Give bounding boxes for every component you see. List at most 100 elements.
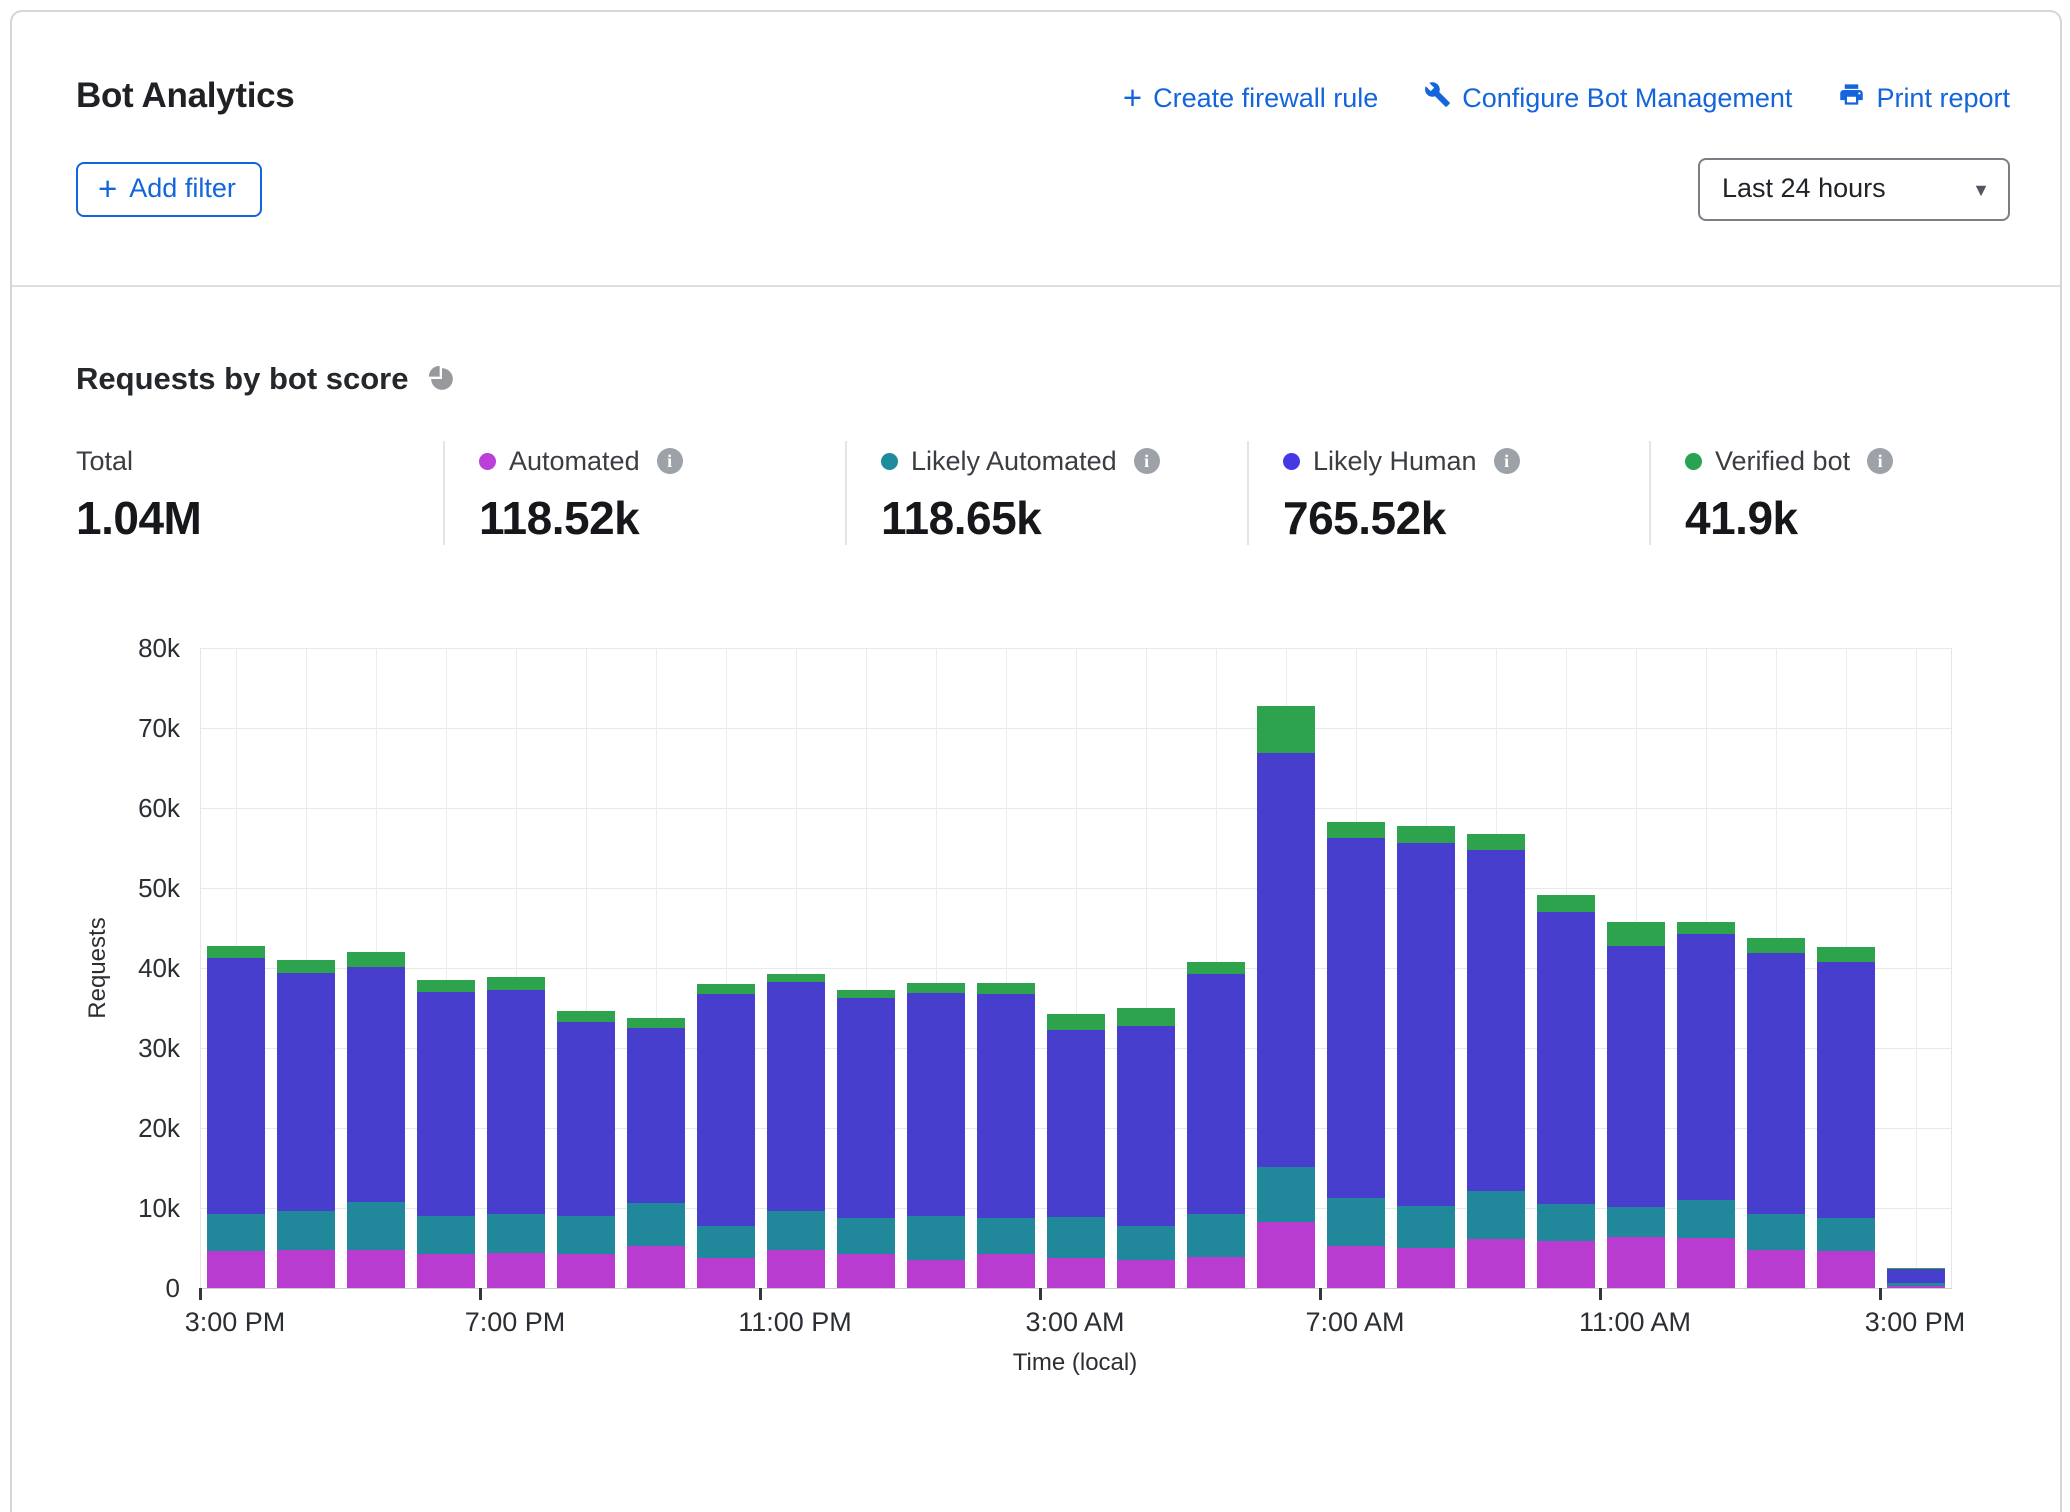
bar-segment-verified-bot xyxy=(1677,922,1735,934)
stat-likely-human: Likely Human i 765.52k xyxy=(1247,441,1649,545)
stacked-bar-1100am[interactable] xyxy=(1607,922,1665,1288)
bar-segment-likely-automated xyxy=(1467,1191,1525,1239)
stacked-bar-300pm[interactable] xyxy=(207,946,265,1288)
info-icon[interactable]: i xyxy=(657,448,683,474)
stacked-bar-1000am[interactable] xyxy=(1537,895,1595,1288)
plot-area xyxy=(200,648,1952,1289)
stat-likely-automated-label: Likely Automated xyxy=(911,446,1117,477)
bar-segment-likely-human xyxy=(207,958,265,1215)
likely-human-dot xyxy=(1283,453,1300,470)
stat-total-value: 1.04M xyxy=(76,491,443,545)
stat-automated-label: Automated xyxy=(509,446,640,477)
stacked-bar-700am[interactable] xyxy=(1327,822,1385,1288)
info-icon[interactable]: i xyxy=(1867,448,1893,474)
x-tick-label: 3:00 AM xyxy=(1025,1307,1124,1338)
bar-segment-likely-automated xyxy=(1607,1207,1665,1237)
stacked-bar-900am[interactable] xyxy=(1467,834,1525,1288)
bar-segment-verified-bot xyxy=(347,952,405,967)
bar-segment-verified-bot xyxy=(907,983,965,993)
bar-segment-likely-automated xyxy=(277,1211,335,1249)
x-tick-label: 7:00 PM xyxy=(465,1307,566,1338)
bar-slot xyxy=(1531,648,1601,1288)
y-tick-label: 80k xyxy=(138,633,180,664)
bar-slot xyxy=(481,648,551,1288)
bar-segment-automated xyxy=(1467,1239,1525,1288)
stat-likely-automated: Likely Automated i 118.65k xyxy=(845,441,1247,545)
bar-segment-automated xyxy=(697,1258,755,1288)
bar-segment-automated xyxy=(907,1260,965,1288)
configure-bot-management-link[interactable]: Configure Bot Management xyxy=(1424,81,1792,115)
stacked-bar-300pm[interactable] xyxy=(1887,1268,1945,1288)
stacked-bar-500am[interactable] xyxy=(1187,962,1245,1288)
bar-slot xyxy=(201,648,271,1288)
bar-slot xyxy=(901,648,971,1288)
stat-automated: Automated i 118.52k xyxy=(443,441,845,545)
bar-segment-automated xyxy=(1327,1246,1385,1288)
bar-segment-verified-bot xyxy=(1537,895,1595,912)
stacked-bar-1100pm[interactable] xyxy=(767,974,825,1288)
stacked-bar-400am[interactable] xyxy=(1117,1008,1175,1288)
bar-segment-likely-human xyxy=(907,993,965,1216)
print-report-link[interactable]: Print report xyxy=(1838,81,2010,115)
stacked-bar-1200pm[interactable] xyxy=(1677,922,1735,1288)
y-tick-label: 70k xyxy=(138,713,180,744)
bar-segment-verified-bot xyxy=(1257,706,1315,752)
y-tick-label: 0 xyxy=(166,1273,180,1304)
bar-segment-likely-automated xyxy=(347,1202,405,1250)
stacked-bar-300am[interactable] xyxy=(1047,1014,1105,1288)
stacked-bar-400pm[interactable] xyxy=(277,960,335,1288)
bar-segment-verified-bot xyxy=(1817,947,1875,962)
bar-slot xyxy=(1881,648,1951,1288)
stats-row: Total 1.04M Automated i 118.52k Likely A… xyxy=(76,441,2010,545)
stacked-bar-600am[interactable] xyxy=(1257,706,1315,1288)
bar-segment-automated xyxy=(1047,1258,1105,1288)
stacked-bar-800pm[interactable] xyxy=(557,1011,615,1288)
bar-segment-likely-automated xyxy=(1817,1218,1875,1251)
stacked-bar-100am[interactable] xyxy=(907,983,965,1288)
time-range-dropdown[interactable]: Last 24 hours ▼ xyxy=(1698,158,2010,221)
stacked-bar-700pm[interactable] xyxy=(487,977,545,1288)
plus-icon: + xyxy=(1123,86,1142,110)
bar-segment-verified-bot xyxy=(1117,1008,1175,1026)
stacked-bar-200pm[interactable] xyxy=(1817,947,1875,1288)
bar-segment-likely-automated xyxy=(1257,1167,1315,1222)
bar-segment-likely-human xyxy=(1607,946,1665,1208)
page-title: Bot Analytics xyxy=(76,76,294,116)
stacked-bar-100pm[interactable] xyxy=(1747,938,1805,1288)
stacked-bar-800am[interactable] xyxy=(1397,826,1455,1288)
bar-segment-likely-automated xyxy=(417,1216,475,1254)
x-tick xyxy=(1879,1288,1882,1300)
x-tick-label: 3:00 PM xyxy=(185,1307,286,1338)
stacked-bar-600pm[interactable] xyxy=(417,980,475,1288)
bar-slot xyxy=(1321,648,1391,1288)
y-axis-labels: 010k20k30k40k50k60k70k80k xyxy=(76,648,190,1288)
stacked-bar-1200am[interactable] xyxy=(837,990,895,1288)
bar-segment-automated xyxy=(557,1254,615,1288)
info-icon[interactable]: i xyxy=(1494,448,1520,474)
bar-segment-likely-automated xyxy=(627,1203,685,1245)
info-icon[interactable]: i xyxy=(1134,448,1160,474)
bar-slot xyxy=(1461,648,1531,1288)
bar-segment-verified-bot xyxy=(1607,922,1665,945)
bar-segment-likely-human xyxy=(347,967,405,1201)
stat-automated-value: 118.52k xyxy=(479,491,845,545)
stacked-bar-200am[interactable] xyxy=(977,983,1035,1288)
stacked-bar-500pm[interactable] xyxy=(347,952,405,1288)
bar-segment-automated xyxy=(347,1250,405,1288)
add-filter-button[interactable]: + Add filter xyxy=(76,162,262,217)
bar-slot xyxy=(551,648,621,1288)
bar-segment-likely-automated xyxy=(557,1216,615,1254)
stat-likely-automated-value: 118.65k xyxy=(881,491,1247,545)
x-tick xyxy=(759,1288,762,1300)
likely-automated-dot xyxy=(881,453,898,470)
stacked-bar-1000pm[interactable] xyxy=(697,984,755,1288)
y-tick-label: 50k xyxy=(138,873,180,904)
bar-segment-likely-human xyxy=(627,1028,685,1203)
bar-slot xyxy=(1391,648,1461,1288)
bar-slot xyxy=(1111,648,1181,1288)
chevron-down-icon: ▼ xyxy=(1972,176,1990,201)
time-range-value: Last 24 hours xyxy=(1722,173,1886,204)
stacked-bar-900pm[interactable] xyxy=(627,1018,685,1288)
create-firewall-rule-link[interactable]: + Create firewall rule xyxy=(1123,81,1378,115)
bar-segment-automated xyxy=(207,1251,265,1288)
